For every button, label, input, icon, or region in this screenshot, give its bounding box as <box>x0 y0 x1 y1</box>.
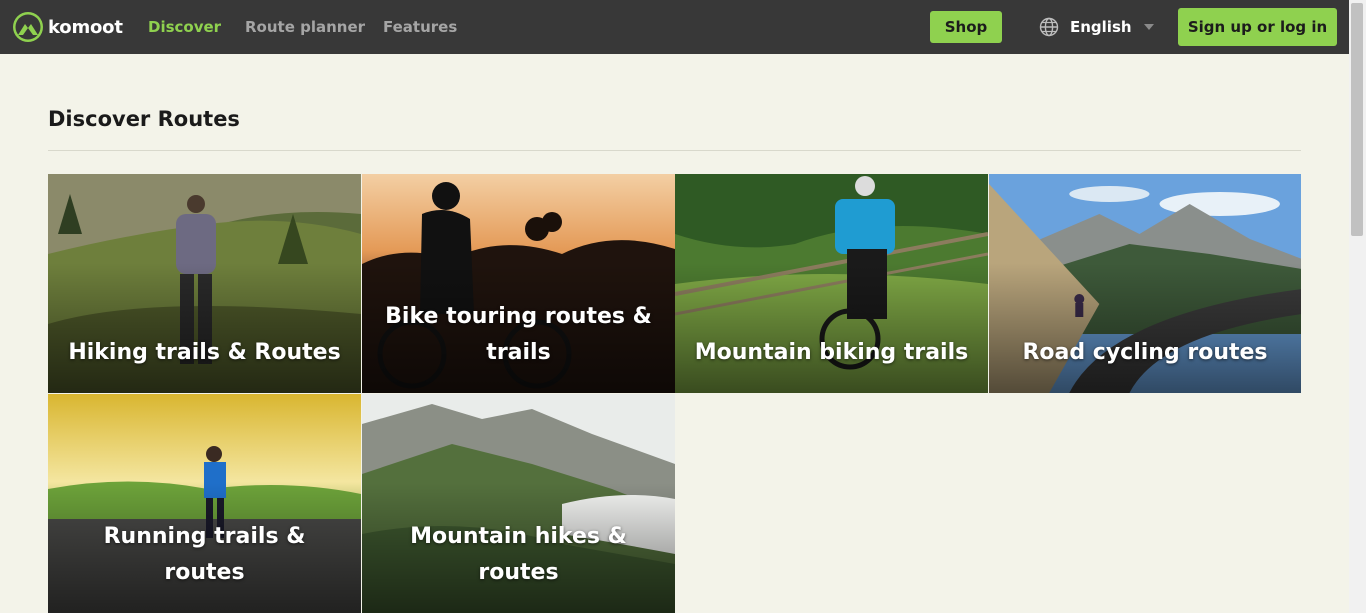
nav-route-planner[interactable]: Route planner <box>245 0 365 54</box>
tile-label: Bike touring routes & trails <box>385 304 652 365</box>
language-selector[interactable]: English <box>1039 11 1154 43</box>
globe-icon <box>1039 17 1059 37</box>
scrollbar-thumb[interactable] <box>1351 3 1363 236</box>
title-divider <box>48 150 1301 151</box>
brand-name: komoot <box>48 16 123 38</box>
komoot-logo[interactable]: komoot <box>12 11 123 43</box>
page-scrollbar[interactable] <box>1349 0 1366 613</box>
tile-running[interactable]: Running trails & routes <box>48 394 361 613</box>
tile-mountain-biking[interactable]: Mountain biking trails <box>675 174 988 393</box>
nav-features[interactable]: Features <box>383 0 457 54</box>
nav-discover[interactable]: Discover <box>148 0 221 54</box>
komoot-logo-icon <box>13 12 43 42</box>
top-navigation-bar: komoot Discover Route planner Features S… <box>0 0 1349 54</box>
language-label: English <box>1070 18 1132 36</box>
shop-button[interactable]: Shop <box>930 11 1002 43</box>
tile-label: Mountain hikes & routes <box>410 524 627 585</box>
tile-hiking[interactable]: Hiking trails & Routes <box>48 174 361 393</box>
tile-road-cycling[interactable]: Road cycling routes <box>989 174 1301 393</box>
tile-label: Road cycling routes <box>1022 340 1268 365</box>
tile-label: Hiking trails & Routes <box>68 340 341 365</box>
tile-label: Mountain biking trails <box>694 340 969 365</box>
tile-mountain-hikes[interactable]: Mountain hikes & routes <box>362 394 675 613</box>
tile-label: Running trails & routes <box>103 524 306 585</box>
signup-login-button[interactable]: Sign up or log in <box>1178 8 1337 46</box>
tile-bike-touring[interactable]: Bike touring routes & trails <box>362 174 675 393</box>
page-title: Discover Routes <box>48 107 240 131</box>
chevron-down-icon <box>1143 24 1154 30</box>
